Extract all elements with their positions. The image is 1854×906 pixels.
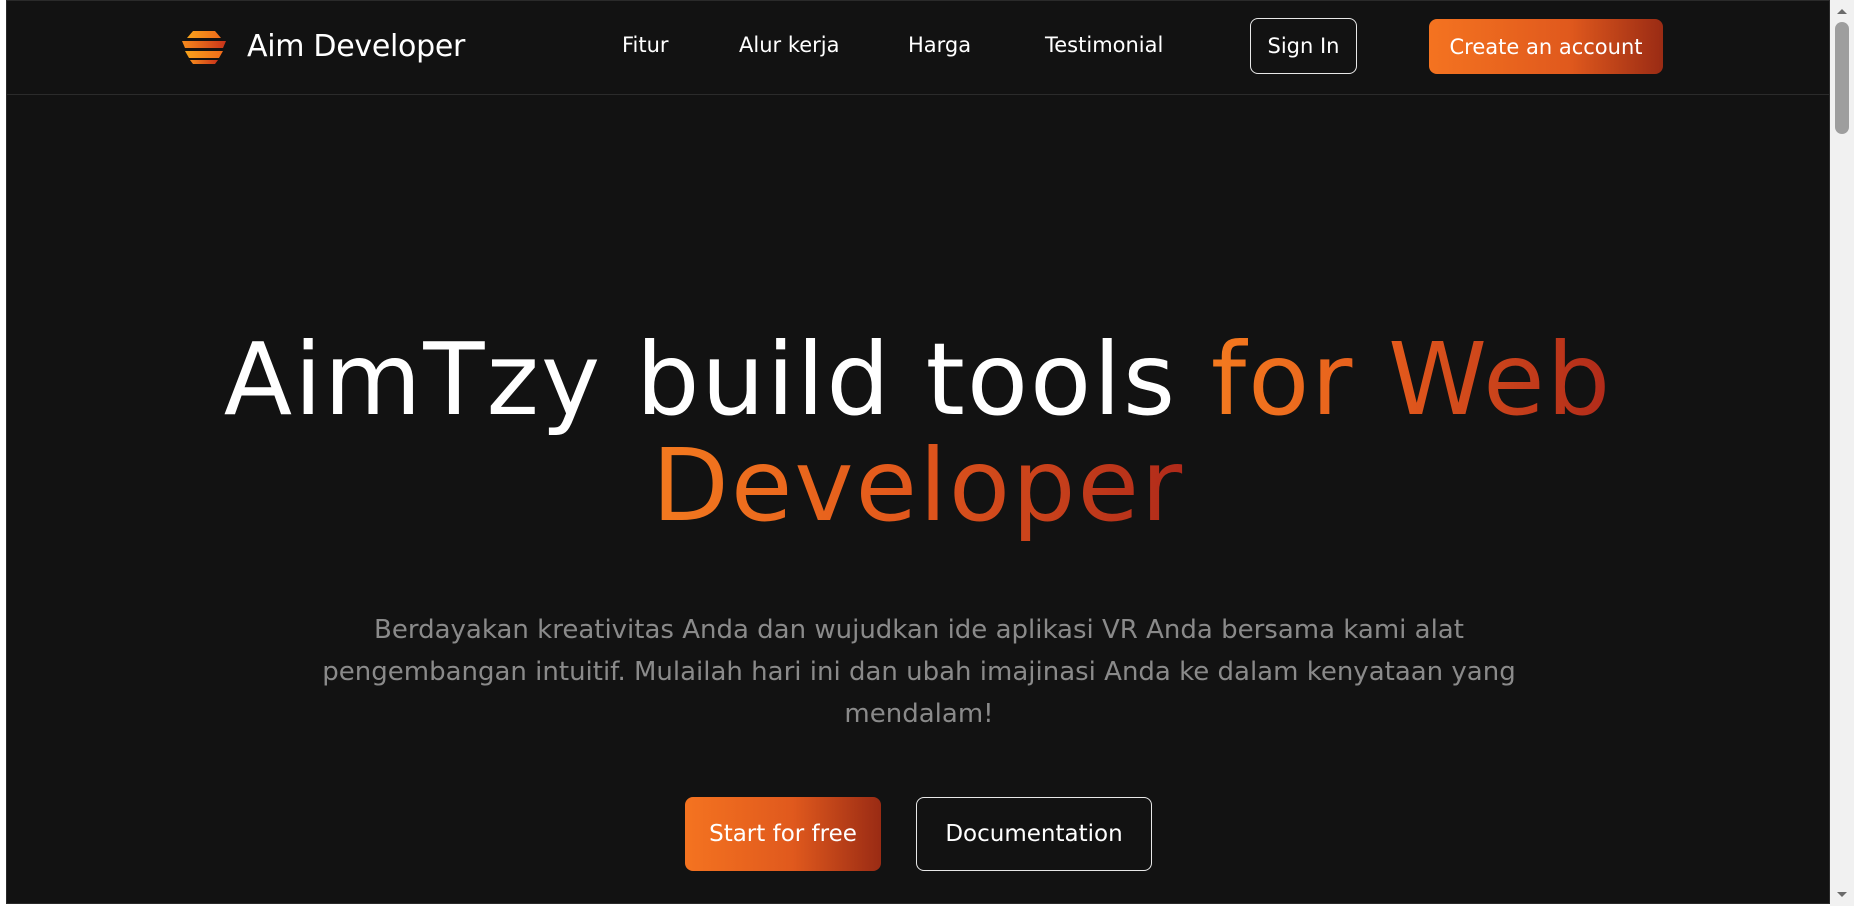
vertical-scrollbar[interactable] (1830, 0, 1854, 906)
scroll-thumb[interactable] (1835, 22, 1849, 134)
nav-item-testimonial[interactable]: Testimonial (1045, 33, 1163, 57)
nav-item-fitur[interactable]: Fitur (622, 33, 669, 57)
hero-subtitle: Berdayakan kreativitas Anda dan wujudkan… (322, 615, 1516, 729)
hero-title: AimTzy build tools for Web Developer (7, 327, 1829, 539)
create-account-button[interactable]: Create an account (1429, 19, 1663, 74)
nav-item-harga[interactable]: Harga (908, 33, 971, 57)
site-header: Aim Developer Fitur Alur kerja Harga Tes… (7, 1, 1829, 95)
hero-title-accent-2: Developer (651, 427, 1185, 544)
start-for-free-button[interactable]: Start for free (685, 797, 881, 871)
hero-title-plain: AimTzy build tools (223, 321, 1211, 438)
scroll-down-arrow-icon[interactable] (1830, 886, 1854, 904)
scroll-up-arrow-icon[interactable] (1830, 2, 1854, 20)
sign-in-button[interactable]: Sign In (1250, 18, 1357, 74)
hero-title-accent-1: for Web (1210, 321, 1613, 438)
nav-item-alur-kerja[interactable]: Alur kerja (739, 33, 840, 57)
page-viewport: Aim Developer Fitur Alur kerja Harga Tes… (6, 0, 1830, 904)
documentation-button[interactable]: Documentation (916, 797, 1152, 871)
